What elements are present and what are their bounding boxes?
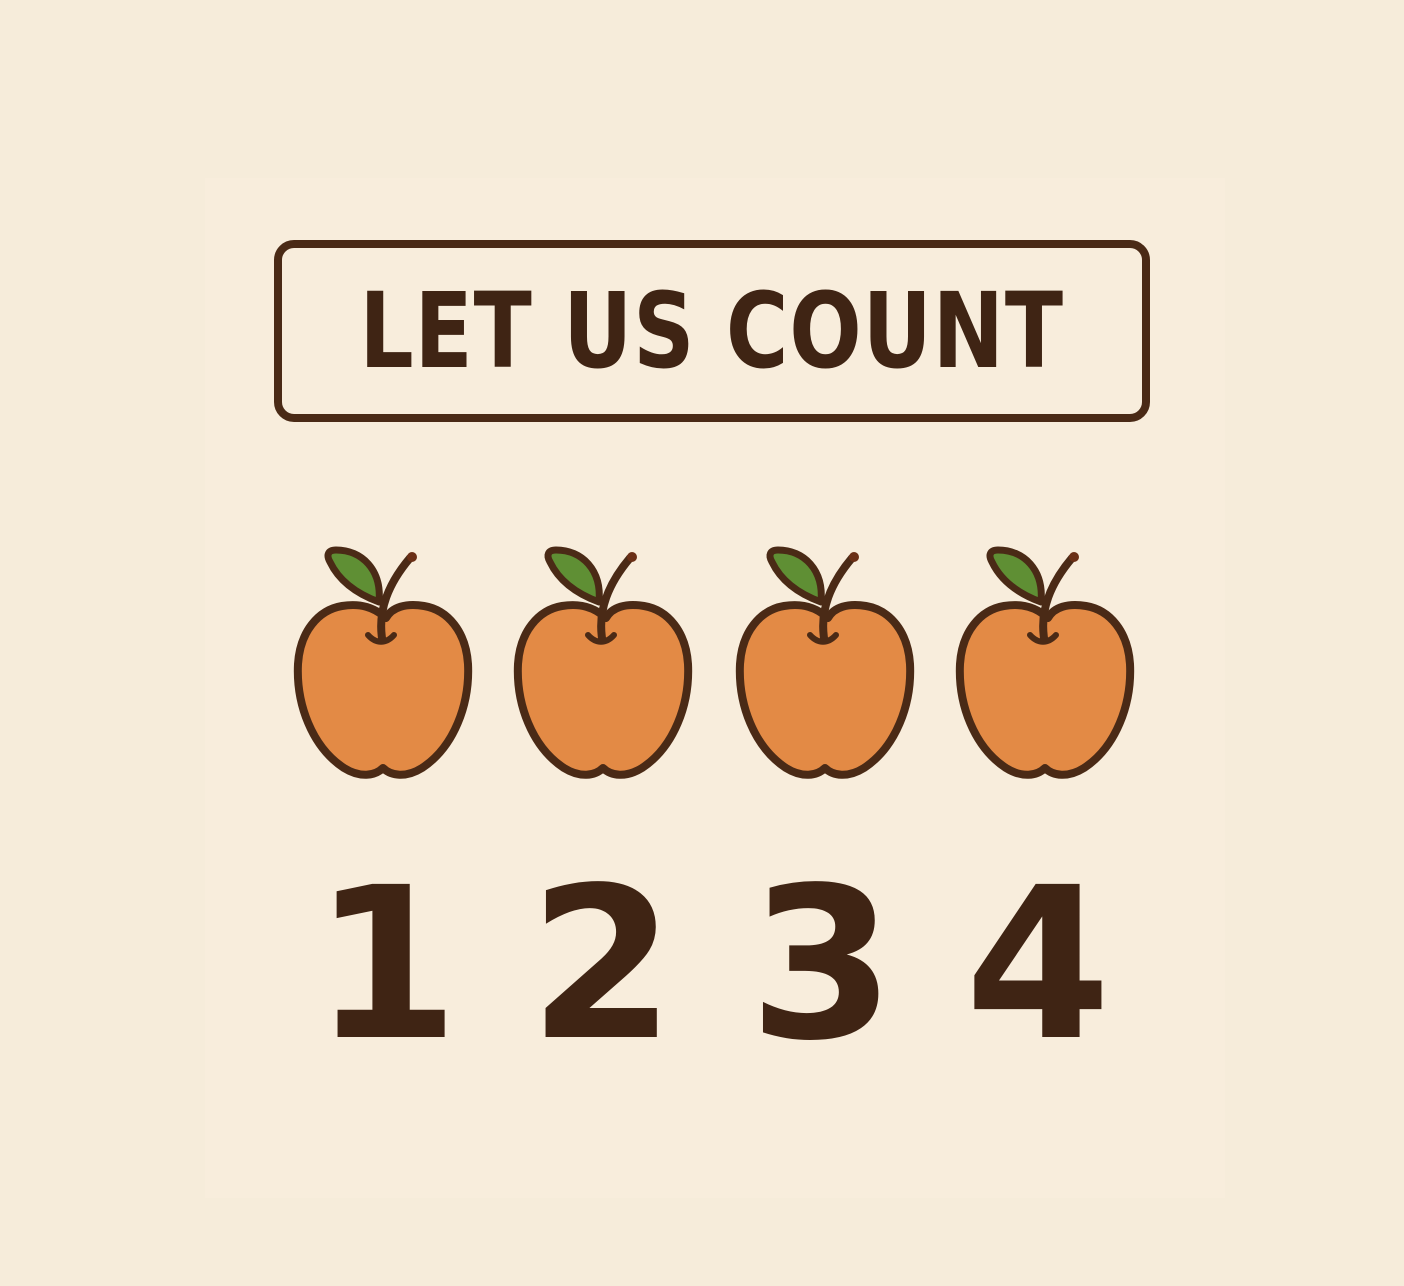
page: LET US COUNT 1 2 3 4	[0, 0, 1404, 1286]
count-number-2: 2	[528, 842, 676, 1087]
count-number-4: 4	[964, 842, 1112, 1087]
count-number-3: 3	[748, 842, 896, 1087]
count-number-1: 1	[312, 842, 460, 1087]
page-title: LET US COUNT	[359, 270, 1065, 392]
title-box: LET US COUNT	[274, 240, 1150, 422]
